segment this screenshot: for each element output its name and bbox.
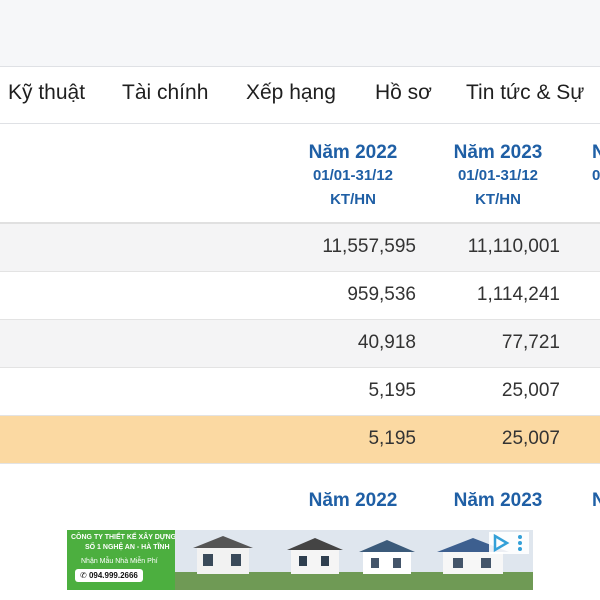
column-year: N (592, 490, 600, 511)
second-header-2023[interactable]: Năm 2023 (439, 490, 557, 512)
cell-2023: 11,110,001 (467, 236, 560, 257)
cell-2022: 11,557,595 (322, 236, 416, 257)
table-row: 11,557,595 11,110,001 (0, 224, 600, 272)
column-header-next[interactable]: N 0 (592, 142, 600, 188)
ad-phone-number: 094.999.2666 (88, 571, 138, 580)
table-row: 5,195 25,007 (0, 368, 600, 416)
more-vert-icon[interactable] (518, 535, 522, 551)
column-year: Năm 2022 (308, 142, 398, 163)
cell-2023: 25,007 (501, 380, 560, 401)
second-header-next[interactable]: N (592, 490, 600, 512)
column-year: Năm 2023 (453, 490, 543, 511)
column-header-2022[interactable]: Năm 2022 01/01-31/12 KT/HN (294, 142, 412, 212)
cell-2022: 5,195 (368, 428, 416, 449)
second-header-2022[interactable]: Năm 2022 (294, 490, 412, 512)
table-row-highlighted: 5,195 25,007 (0, 416, 600, 464)
table-row: 40,918 77,721 (0, 320, 600, 368)
column-type: KT/HN (475, 191, 521, 208)
column-period: 01/01-31/12 (457, 167, 539, 184)
cell-2022: 5,195 (368, 380, 416, 401)
ad-line-2: SỐ 1 NGHỆ AN - HÀ TĨNH (85, 544, 170, 551)
tab-tai-chinh[interactable]: Tài chính (122, 81, 208, 105)
ad-phone: ✆ 094.999.2666 (75, 569, 143, 582)
column-year: Năm 2022 (308, 490, 398, 511)
ad-icons (489, 532, 529, 554)
ad-line-1: CÔNG TY THIẾT KẾ XÂY DỰNG (71, 534, 177, 541)
cell-2023: 25,007 (501, 428, 560, 449)
cell-2023: 77,721 (501, 332, 560, 353)
cell-2022: 959,536 (347, 284, 416, 305)
tab-bar: Kỹ thuật Tài chính Xếp hạng Hồ sơ Tin tứ… (0, 67, 600, 124)
cell-2022: 40,918 (357, 332, 416, 353)
tab-tin-tuc[interactable]: Tin tức & Sự (466, 81, 584, 105)
column-year: Năm 2023 (453, 142, 543, 163)
column-period: 01/01-31/12 (312, 167, 394, 184)
ad-controls (489, 532, 529, 554)
tab-ky-thuat[interactable]: Kỹ thuật (8, 81, 85, 105)
tab-xep-hang[interactable]: Xếp hạng (246, 81, 336, 105)
column-header-2023[interactable]: Năm 2023 01/01-31/12 KT/HN (439, 142, 557, 212)
ad-text-panel: CÔNG TY THIẾT KẾ XÂY DỰNG SỐ 1 NGHỆ AN -… (67, 530, 177, 590)
column-period: 0 (592, 167, 600, 184)
ad-line-3: Nhận Mẫu Nhà Miễn Phí (81, 558, 158, 565)
column-year: N (592, 142, 600, 163)
column-type: KT/HN (330, 191, 376, 208)
top-bar (0, 0, 600, 67)
table-header: Năm 2022 01/01-31/12 KT/HN Năm 2023 01/0… (0, 124, 600, 224)
tab-ho-so[interactable]: Hồ sơ (375, 81, 432, 105)
cell-2023: 1,114,241 (476, 284, 560, 305)
table-row: 959,536 1,114,241 (0, 272, 600, 320)
ad-banner[interactable]: CÔNG TY THIẾT KẾ XÂY DỰNG SỐ 1 NGHỆ AN -… (67, 530, 533, 590)
house-images (175, 530, 533, 590)
